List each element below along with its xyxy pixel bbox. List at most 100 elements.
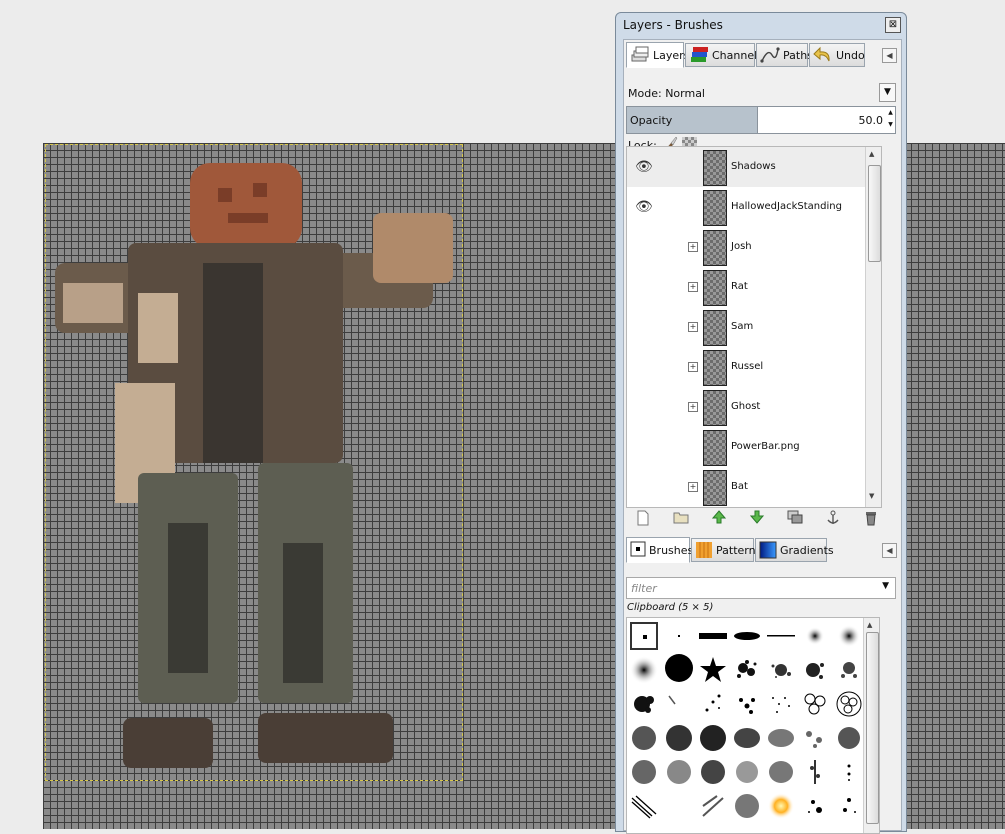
tab-undo-label: Undo [836, 48, 865, 62]
layer-thumbnail [703, 310, 727, 346]
mode-dropdown-arrow-icon[interactable]: ▼ [879, 83, 896, 102]
expand-plus-icon[interactable]: + [688, 362, 698, 372]
layer-thumbnail [703, 270, 727, 306]
expand-plus-icon[interactable]: + [688, 402, 698, 412]
brush-splatter-2[interactable] [767, 656, 795, 684]
new-layer-group-icon[interactable] [672, 510, 690, 526]
layer-row-shadows[interactable]: 👁 Shadows [627, 147, 881, 187]
layer-row-powerbar[interactable]: PowerBar.png [627, 427, 881, 467]
brush-texture-1[interactable] [630, 724, 658, 752]
brush-circle-hard[interactable] [665, 654, 693, 682]
layer-row-russel[interactable]: + Russel [627, 347, 881, 387]
scroll-up-icon[interactable]: ▲ [867, 621, 872, 629]
brush-texture-8[interactable] [630, 758, 658, 786]
brush-ellipse[interactable] [733, 622, 761, 650]
tab-undo[interactable]: Undo [809, 43, 865, 67]
expand-plus-icon[interactable]: + [688, 322, 698, 332]
opacity-slider[interactable]: Opacity 50.0 ▲ ▼ [626, 106, 896, 134]
tab-paths[interactable]: Paths [756, 43, 813, 67]
brush-texture-3[interactable] [699, 724, 727, 752]
brush-texture-2[interactable] [665, 724, 693, 752]
scroll-down-icon[interactable]: ▼ [869, 492, 874, 500]
tab-brushes[interactable]: Brushes [626, 537, 694, 563]
expand-plus-icon[interactable]: + [688, 282, 698, 292]
brush-pixel-1[interactable] [665, 622, 693, 650]
brush-fuzzy-medium[interactable] [835, 622, 863, 650]
brush-dots-4[interactable] [835, 758, 863, 786]
brush-splatter-3[interactable] [801, 656, 829, 684]
layer-row-josh[interactable]: + Josh [627, 227, 881, 267]
brush-splatter-4[interactable] [835, 656, 863, 684]
layer-row-hallowedjackstanding[interactable]: 👁 HallowedJackStanding [627, 187, 881, 227]
lower-layer-icon[interactable] [748, 510, 766, 526]
eye-icon[interactable]: 👁 [635, 199, 653, 215]
anchor-layer-icon[interactable] [824, 510, 842, 526]
layer-row-sam[interactable]: + Sam [627, 307, 881, 347]
brush-fuzzy-large[interactable] [630, 656, 658, 684]
brush-grass[interactable] [699, 792, 727, 820]
brush-star[interactable] [699, 656, 727, 684]
raise-layer-icon[interactable] [710, 510, 728, 526]
layers-tabbar: Layers Channels Paths Undo ◀ [624, 40, 901, 68]
layer-name: Sam [731, 321, 754, 332]
tab-brushes-label: Brushes [649, 543, 694, 557]
brush-grunge-1[interactable] [630, 690, 658, 718]
brush-texture-12[interactable] [767, 758, 795, 786]
window-titlebar[interactable]: Layers - Brushes ⊠ [616, 13, 906, 37]
brush-splash-1[interactable] [801, 792, 829, 820]
brush-splash-2[interactable] [835, 792, 863, 820]
close-button[interactable]: ⊠ [885, 17, 901, 33]
brush-dots-3[interactable] [767, 690, 795, 718]
mode-select[interactable]: ▼ [626, 83, 896, 103]
layers-scrollbar[interactable]: ▲ ▼ [865, 147, 881, 507]
brush-hatch[interactable] [630, 792, 658, 820]
duplicate-layer-icon[interactable] [786, 510, 804, 526]
brush-clipboard[interactable] [630, 622, 658, 650]
expand-plus-icon[interactable]: + [688, 242, 698, 252]
layer-row-rat[interactable]: + Rat [627, 267, 881, 307]
brush-dots-2[interactable] [733, 690, 761, 718]
patterns-icon [695, 541, 713, 559]
brush-texture-4[interactable] [733, 724, 761, 752]
layer-row-bat[interactable]: + Bat [627, 467, 881, 507]
brush-sparks[interactable] [767, 792, 795, 820]
layers-icon [630, 46, 650, 64]
delete-layer-icon[interactable] [862, 510, 880, 526]
brush-filter-field[interactable]: filter ▼ [626, 577, 896, 599]
brush-fuzzy-small[interactable] [801, 622, 829, 650]
brush-line[interactable] [767, 622, 795, 650]
tab-gradients[interactable]: Gradients [755, 538, 834, 562]
tab-layers[interactable]: Layers [626, 42, 689, 68]
brush-streak[interactable] [665, 690, 693, 718]
layer-thumbnail [703, 350, 727, 386]
tab-channels[interactable]: Channels [685, 43, 763, 67]
scroll-up-icon[interactable]: ▲ [869, 150, 874, 158]
tab-patterns[interactable]: Patterns [691, 538, 761, 562]
brush-cells-2[interactable] [835, 690, 863, 718]
new-layer-icon[interactable] [634, 510, 652, 526]
eye-icon[interactable]: 👁 [635, 159, 653, 175]
brush-cells[interactable] [801, 690, 829, 718]
brush-dots-1[interactable] [699, 690, 727, 718]
channels-icon [689, 46, 709, 64]
brush-block[interactable] [699, 622, 727, 650]
brush-texture-6[interactable] [801, 724, 829, 752]
brushes-scrollbar[interactable]: ▲ [863, 618, 879, 833]
layers-scroll-thumb[interactable] [868, 165, 881, 262]
layers-tab-menu-arrow-icon[interactable]: ◀ [882, 48, 897, 63]
tab-layers-label: Layers [653, 48, 690, 62]
brush-texture-10[interactable] [699, 758, 727, 786]
expand-plus-icon[interactable]: + [688, 482, 698, 492]
brush-texture-11[interactable] [733, 758, 761, 786]
opacity-spin-icon[interactable]: ▲ ▼ [886, 107, 895, 133]
brush-fuzzy-grey[interactable] [733, 792, 761, 820]
brush-texture-9[interactable] [665, 758, 693, 786]
brush-texture-5[interactable] [767, 724, 795, 752]
brushes-scroll-thumb[interactable] [866, 632, 879, 824]
brush-texture-7[interactable] [835, 724, 863, 752]
brush-vine[interactable] [801, 758, 829, 786]
filter-dropdown-arrow-icon[interactable]: ▼ [882, 581, 889, 591]
brush-splatter-1[interactable] [733, 656, 761, 684]
layer-row-ghost[interactable]: + Ghost [627, 387, 881, 427]
brushes-tab-menu-arrow-icon[interactable]: ◀ [882, 543, 897, 558]
